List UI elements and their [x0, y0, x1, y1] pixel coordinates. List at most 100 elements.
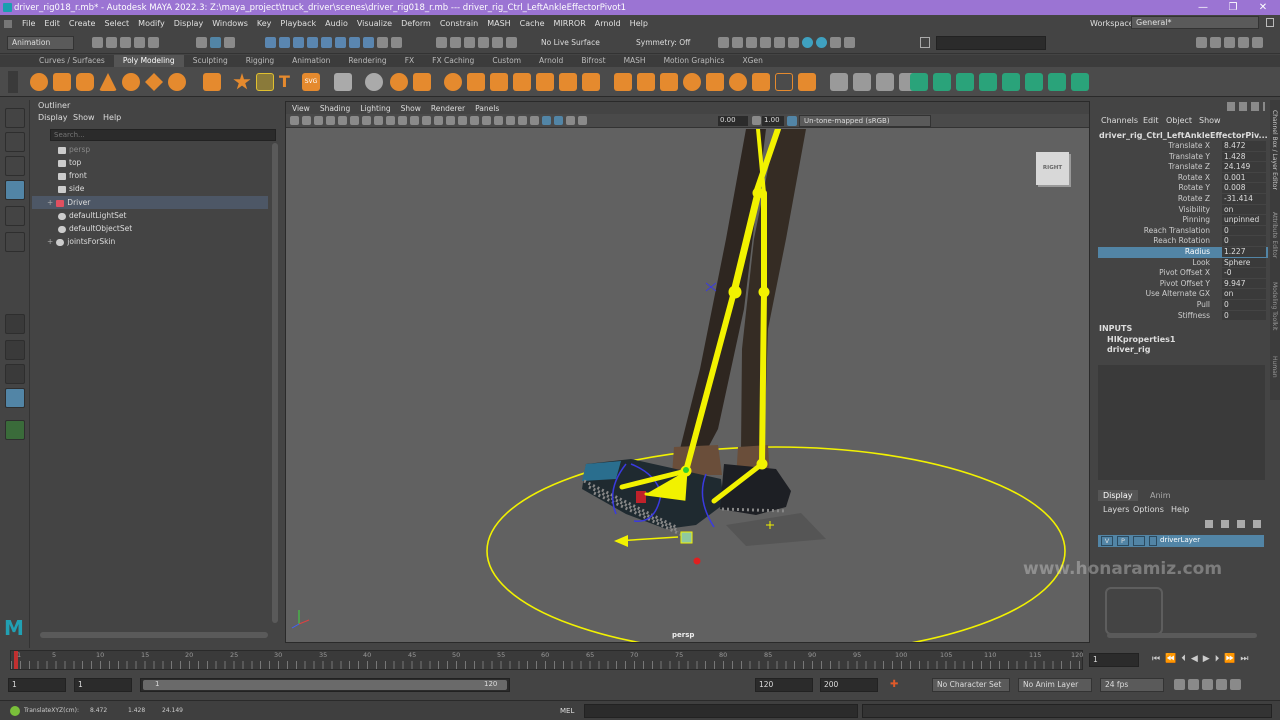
separate-icon[interactable] [365, 73, 383, 91]
channel-translate-z[interactable]: Translate Z 24.149 [1098, 162, 1268, 173]
undo-icon[interactable] [134, 37, 145, 48]
channelbox-menu-channels[interactable]: Channels [1101, 116, 1138, 125]
select-misc-icon[interactable] [363, 37, 374, 48]
key-tangent-icon[interactable] [1202, 679, 1213, 690]
command-input[interactable] [584, 704, 858, 718]
channel-translate-y[interactable]: Translate Y 1.428 [1098, 151, 1268, 163]
xray-icon[interactable] [542, 116, 551, 125]
step-forward-key-icon[interactable]: ⏩ [1224, 654, 1240, 664]
shelf-tab-bifrost[interactable]: Bifrost [572, 55, 614, 67]
harden-edge-icon[interactable] [956, 73, 974, 91]
wireframe-on-shaded-icon[interactable] [446, 116, 455, 125]
snap-curve-icon[interactable] [450, 37, 461, 48]
snap-grid-icon[interactable] [436, 37, 447, 48]
shelf-tab-custom[interactable]: Custom [483, 55, 530, 67]
arnold-stop-icon[interactable] [844, 37, 855, 48]
quick-input-field[interactable] [936, 36, 1046, 50]
live-surface-label[interactable]: No Live Surface [541, 38, 600, 47]
toggle-modeling-toolkit-icon[interactable] [1210, 37, 1221, 48]
channel-value[interactable]: 0.001 [1222, 172, 1266, 183]
gate-mask-icon[interactable] [374, 116, 383, 125]
conform-icon[interactable] [1002, 73, 1020, 91]
single-perspective-layout-icon[interactable] [5, 314, 25, 334]
smooth-shade-icon[interactable] [434, 116, 443, 125]
channel-value[interactable]: 0 [1222, 300, 1266, 310]
channel-reach-translation[interactable]: Reach Translation 0 [1098, 225, 1268, 237]
layer-menu-options[interactable]: Options [1133, 505, 1164, 514]
exposure-field[interactable]: 0.00 [718, 116, 748, 126]
close-button[interactable]: ✕ [1248, 0, 1278, 15]
safe-title-icon[interactable] [410, 116, 419, 125]
viewport-menu-view[interactable]: View [292, 104, 310, 113]
channel-value[interactable]: 0 [1222, 225, 1266, 236]
safe-action-icon[interactable] [398, 116, 407, 125]
channel-rotate-z[interactable]: Rotate Z -31.414 [1098, 194, 1268, 205]
menu-playback[interactable]: Playback [280, 19, 316, 28]
anim-prefs-icon[interactable] [1216, 679, 1227, 690]
collapse-icon[interactable] [706, 73, 724, 91]
channel-value[interactable]: on [1222, 289, 1266, 299]
menu-help[interactable]: Help [630, 19, 648, 28]
channel-visibility[interactable]: Visibility on [1098, 204, 1268, 216]
two-pane-layout-icon[interactable] [5, 364, 25, 384]
toggle-attribute-editor-icon[interactable] [1224, 37, 1235, 48]
normals-icon[interactable] [910, 73, 928, 91]
view-cube[interactable]: RIGHT [1036, 152, 1069, 185]
channel-pivot-offset-y[interactable]: Pivot Offset Y 9.947 [1098, 278, 1268, 290]
workspace-lock-icon[interactable] [1266, 18, 1274, 27]
outliner-item-driver[interactable]: + Driver [32, 196, 268, 209]
camera-attributes-icon[interactable] [302, 116, 311, 125]
arnold-pause-icon[interactable] [830, 37, 841, 48]
channelbox-menu-show[interactable]: Show [1199, 116, 1221, 125]
arnold-ipr-icon[interactable] [816, 37, 827, 48]
channel-radius[interactable]: Radius 1.227 [1098, 247, 1268, 258]
rotate-tool-icon[interactable] [5, 206, 25, 226]
field-chart-icon[interactable] [386, 116, 395, 125]
planar-mapping-icon[interactable] [853, 73, 871, 91]
connect-icon[interactable] [729, 73, 747, 91]
channel-value[interactable]: on [1222, 204, 1266, 215]
loop-icon[interactable] [1174, 679, 1185, 690]
menu-arnold[interactable]: Arnold [595, 19, 621, 28]
play-forwards-icon[interactable]: ▶ [1203, 654, 1215, 664]
textured-icon[interactable] [458, 116, 467, 125]
layer-visibility-toggle[interactable]: V [1101, 536, 1113, 546]
grid-toggle-icon[interactable] [338, 116, 347, 125]
multi-cut-icon[interactable] [582, 73, 600, 91]
outliner-item-defaultlightset[interactable]: defaultLightSet [32, 209, 268, 222]
input-node-hikproperties[interactable]: HIKproperties1 [1107, 335, 1175, 344]
search-icon[interactable] [5, 420, 25, 440]
auto-key-icon[interactable]: ✚ [890, 679, 902, 691]
menu-deform[interactable]: Deform [401, 19, 431, 28]
open-scene-icon[interactable] [106, 37, 117, 48]
channel-pinning[interactable]: Pinning unpinned [1098, 215, 1268, 226]
layer-playback-toggle[interactable]: P [1117, 536, 1129, 546]
outliner-layout-icon[interactable] [5, 388, 25, 408]
layer-menu-help[interactable]: Help [1171, 505, 1189, 514]
poly-disc-icon[interactable] [168, 73, 186, 91]
shelf-tab-rendering[interactable]: Rendering [339, 55, 395, 67]
channel-pull[interactable]: Pull 0 [1098, 300, 1268, 311]
channel-use-alternate-gx[interactable]: Use Alternate GX on [1098, 289, 1268, 300]
four-view-layout-icon[interactable] [5, 340, 25, 360]
select-render-icon[interactable] [349, 37, 360, 48]
expand-icon[interactable]: + [47, 237, 53, 246]
minimize-button[interactable]: — [1188, 0, 1218, 15]
arnold-render-icon[interactable] [802, 37, 813, 48]
outliner-menu-help[interactable]: Help [103, 113, 121, 122]
menu-file[interactable]: File [22, 19, 35, 28]
merge-icon[interactable] [683, 73, 701, 91]
render-settings-icon[interactable] [774, 37, 785, 48]
isolate-select-icon[interactable] [530, 116, 539, 125]
outliner-vertical-scrollbar[interactable] [272, 143, 278, 623]
soften-edge-icon[interactable] [933, 73, 951, 91]
boolean-icon[interactable] [413, 73, 431, 91]
scene-end-field[interactable]: 200 [820, 678, 878, 692]
render-view-icon[interactable] [732, 37, 743, 48]
input-node-driver-rig[interactable]: driver_rig [1107, 345, 1150, 354]
select-tool-icon[interactable] [5, 108, 25, 128]
playback-end-field[interactable]: 120 [755, 678, 813, 692]
scene-start-field[interactable]: 1 [8, 678, 66, 692]
outliner-item-top[interactable]: top [32, 156, 268, 169]
step-back-frame-icon[interactable]: ⏴ [1181, 654, 1191, 664]
